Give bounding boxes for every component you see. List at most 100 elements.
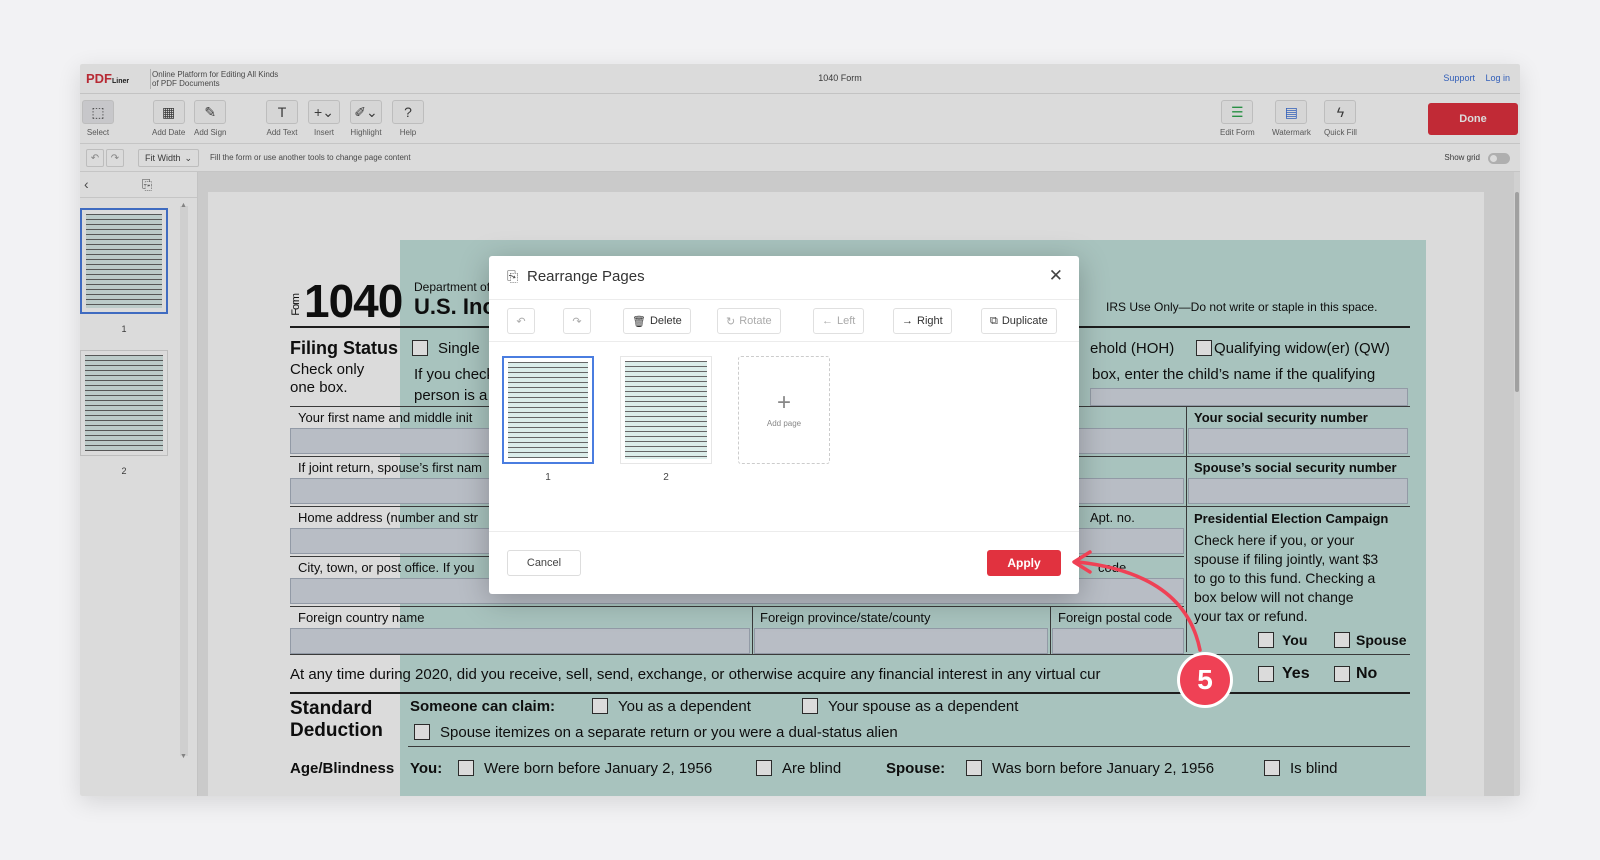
dialog-page-number: 1 [545, 472, 551, 483]
foreign-province-field[interactable] [754, 628, 1048, 654]
pdfliner-logo[interactable]: PDFLiner [86, 71, 129, 86]
collapse-sidebar-icon[interactable]: ‹ [84, 176, 89, 192]
child-name-field[interactable] [1090, 388, 1408, 406]
form-number: Form1040 [290, 275, 403, 327]
insert-tool[interactable]: +⌄ Insert [308, 100, 340, 137]
you-blind-label: Are blind [782, 760, 842, 777]
pec-spouse-checkbox[interactable] [1334, 632, 1350, 648]
virtual-currency-yes-checkbox[interactable] [1258, 666, 1274, 682]
divider [752, 606, 753, 654]
move-right-button[interactable]: → Right [893, 308, 952, 334]
watermark-icon: ▤ [1275, 100, 1308, 124]
rotate-button[interactable]: ↻ Rotate [717, 308, 781, 334]
help-tool[interactable]: ? Help [392, 100, 424, 137]
qw-checkbox[interactable] [1196, 340, 1212, 356]
highlighter-icon: ✐⌄ [350, 100, 382, 124]
spouse-blind-label: Is blind [1290, 760, 1338, 777]
edit-form-tool[interactable]: ☰ Edit Form [1220, 100, 1255, 137]
yes-label: Yes [1282, 665, 1310, 682]
zoom-select[interactable]: Fit Width ⌄ [138, 149, 200, 167]
add-text-tool[interactable]: T Add Text [266, 100, 298, 137]
quick-fill-tool[interactable]: ϟ Quick Fill [1324, 100, 1357, 137]
add-sign-tool[interactable]: ✎ Add Sign [194, 100, 226, 137]
spouse-dependent-checkbox[interactable] [802, 698, 818, 714]
page-preview [85, 355, 163, 451]
spouse-blind-checkbox[interactable] [1264, 760, 1280, 776]
redo-icon[interactable]: ↷ [106, 149, 124, 167]
close-icon[interactable]: ✕ [1049, 266, 1063, 286]
header-links: Support Log in [1435, 73, 1510, 83]
qw-label: Qualifying widow(er) (QW) [1214, 340, 1390, 357]
document-title: 1040 Form [818, 73, 862, 83]
plus-dropdown-icon: +⌄ [308, 100, 340, 124]
add-page-button[interactable]: + Add page [738, 356, 830, 464]
pec-you-checkbox[interactable] [1258, 632, 1274, 648]
dialog-page-thumbnail[interactable] [620, 356, 712, 464]
instruction-text: box, enter the child’s name if the quali… [1092, 366, 1376, 383]
copy-icon: ⧉ [990, 314, 998, 327]
rearrange-pages-dialog: ⎘ Rearrange Pages ✕ ↶ ↷ 🗑 Delete ↻ Rotate … [489, 256, 1079, 594]
pec-text: to go to this fund. Checking a [1194, 570, 1376, 586]
spouse-label: Spouse: [886, 760, 946, 777]
page-preview [508, 362, 588, 458]
dialog-header: ⎘ Rearrange Pages ✕ [489, 256, 1079, 300]
dialog-footer: Cancel Apply [489, 532, 1079, 594]
toolbar-hint: Fill the form or use another tools to ch… [210, 153, 411, 162]
duplicate-button[interactable]: ⧉ Duplicate [981, 308, 1057, 334]
form-title: U.S. Inc [414, 294, 495, 319]
pec-spouse-label: Spouse [1356, 632, 1407, 648]
logo-divider [150, 69, 151, 89]
page-preview [625, 361, 707, 459]
spouse-ssn-field[interactable] [1188, 478, 1408, 504]
foreign-province-label: Foreign province/state/county [760, 610, 931, 625]
app-header: PDFLiner Online Platform for Editing All… [80, 64, 1520, 94]
virtual-currency-no-checkbox[interactable] [1334, 666, 1350, 682]
cancel-button[interactable]: Cancel [507, 550, 581, 576]
irs-use-only: IRS Use Only—Do not write or staple in t… [1106, 300, 1378, 314]
single-checkbox[interactable] [412, 340, 428, 356]
spouse-itemizes-label: Spouse itemizes on a separate return or … [440, 724, 898, 741]
home-address-label: Home address (number and str [298, 510, 478, 525]
undo-icon[interactable]: ↶ [507, 308, 535, 334]
done-button[interactable]: Done [1428, 103, 1518, 135]
department-text: Department of [414, 280, 491, 294]
select-tool[interactable]: ⬚ Select [82, 100, 114, 137]
standard-deduction-heading: Deduction [290, 720, 383, 741]
sidebar-page-thumbnail[interactable] [80, 208, 168, 314]
someone-claim-label: Someone can claim: [410, 698, 556, 715]
foreign-country-label: Foreign country name [298, 610, 425, 625]
undo-icon[interactable]: ↶ [86, 149, 104, 167]
dialog-page-number: 2 [663, 472, 669, 483]
arrow-right-icon: → [902, 315, 913, 327]
divider [290, 692, 1410, 694]
watermark-tool[interactable]: ▤ Watermark [1272, 100, 1311, 137]
single-label: Single [438, 340, 480, 357]
dialog-page-thumbnail[interactable] [502, 356, 594, 464]
canvas-scrollbar[interactable] [1514, 172, 1520, 796]
login-link[interactable]: Log in [1485, 73, 1510, 83]
add-date-tool[interactable]: ▦ Add Date [152, 100, 185, 137]
page-thumbnails-sidebar: ‹ ⎘ 1 2 [80, 172, 198, 796]
you-dependent-checkbox[interactable] [592, 698, 608, 714]
ssn-field[interactable] [1188, 428, 1408, 454]
spouse-itemizes-checkbox[interactable] [414, 724, 430, 740]
born-before-checkbox[interactable] [458, 760, 474, 776]
page-preview [86, 214, 162, 308]
apt-label: Apt. no. [1090, 510, 1135, 525]
show-grid-toggle[interactable] [1488, 153, 1510, 164]
apply-button[interactable]: Apply [987, 550, 1061, 576]
age-blindness-heading: Age/Blindness [290, 760, 395, 777]
support-link[interactable]: Support [1443, 73, 1475, 83]
foreign-country-field[interactable] [290, 628, 750, 654]
spouse-born-before-checkbox[interactable] [966, 760, 982, 776]
rearrange-pages-icon[interactable]: ⎘ [142, 177, 152, 193]
you-blind-checkbox[interactable] [756, 760, 772, 776]
delete-button[interactable]: 🗑 Delete [623, 308, 691, 334]
redo-icon[interactable]: ↷ [563, 308, 591, 334]
sidebar-scrollbar[interactable] [180, 202, 188, 760]
question-icon: ? [392, 100, 424, 124]
sidebar-page-thumbnail[interactable] [80, 350, 168, 456]
one-box-text: one box. [290, 379, 348, 396]
move-left-button[interactable]: ← Left [813, 308, 865, 334]
highlight-tool[interactable]: ✐⌄ Highlight [350, 100, 382, 137]
